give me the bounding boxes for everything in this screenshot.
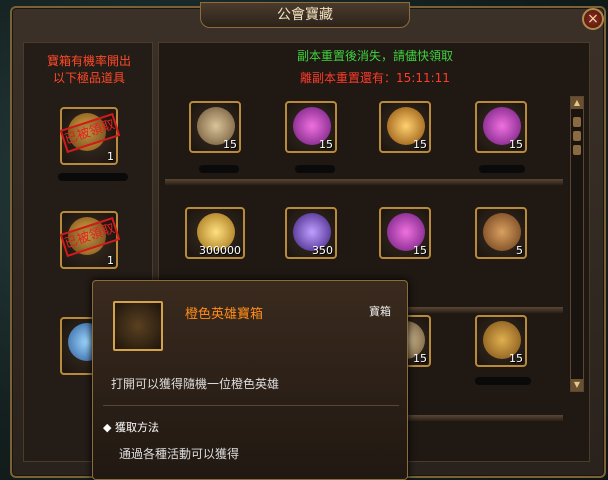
grid-item[interactable]: 350: [285, 207, 337, 259]
preview-item-1[interactable]: 已被領取 1: [59, 107, 121, 165]
item-count: 300000: [199, 244, 241, 257]
redacted-label: [475, 377, 531, 385]
tooltip-source-label: 獲取方法: [114, 421, 159, 434]
reset-countdown-time: 15:11:11: [396, 71, 450, 85]
tooltip-source-text: 通過各種活動可以獲得: [119, 447, 240, 461]
grid-item[interactable]: 300000: [185, 207, 245, 259]
grid-item[interactable]: 15: [285, 101, 337, 153]
window-title: 公會寶藏: [200, 2, 410, 28]
scrollbar[interactable]: ▲ ▼: [570, 96, 584, 392]
grid-item[interactable]: 5: [475, 207, 527, 259]
preview-item-count: 1: [107, 254, 114, 267]
reset-countdown-label: 離副本重置還有：: [300, 71, 397, 85]
scroll-thumb[interactable]: [573, 117, 581, 127]
golden-chest-icon: [113, 301, 163, 351]
item-count: 15: [509, 352, 523, 365]
diamond-bullet-icon: ◆: [103, 421, 112, 434]
shelf: [165, 179, 563, 185]
item-count: 15: [319, 138, 333, 151]
item-count: 15: [223, 138, 237, 151]
scroll-track-notch: [573, 131, 581, 141]
redacted-label: [479, 165, 525, 173]
item-count: 15: [413, 352, 427, 365]
close-button[interactable]: ×: [582, 8, 604, 30]
redacted-label: [199, 165, 239, 173]
item-count: 350: [312, 244, 333, 257]
item-tooltip: 橙色英雄寶箱 寶箱 打開可以獲得隨機一位橙色英雄 ◆ 獲取方法 通過各種活動可以…: [92, 280, 408, 480]
grid-item[interactable]: 15: [475, 315, 527, 367]
item-count: 15: [413, 138, 427, 151]
grid-item[interactable]: 15: [189, 101, 241, 153]
scroll-down-button[interactable]: ▼: [571, 379, 583, 391]
tooltip-item-type: 寶箱: [369, 305, 391, 318]
tooltip-source-heading: ◆ 獲取方法: [103, 419, 159, 435]
grid-item[interactable]: 15: [379, 207, 431, 259]
reset-warning: 副本重置後消失，請儘快領取: [296, 49, 453, 63]
redacted-label: [58, 173, 128, 181]
redacted-label: [295, 165, 335, 173]
grid-item[interactable]: 15: [475, 101, 527, 153]
tooltip-divider: [103, 405, 399, 406]
reward-preview-title: 寶箱有機率開出 以下極品道具: [24, 53, 154, 87]
scroll-up-button[interactable]: ▲: [571, 97, 583, 109]
reward-preview-title-line2: 以下極品道具: [52, 71, 125, 85]
tooltip-description: 打開可以獲得隨機一位橙色英雄: [111, 377, 280, 391]
scroll-track-notch: [573, 145, 581, 155]
item-count: 15: [413, 244, 427, 257]
tooltip-item-name: 橙色英雄寶箱: [185, 307, 264, 322]
reward-preview-title-line1: 寶箱有機率開出: [46, 54, 131, 68]
reset-countdown: 離副本重置還有：15:11:11: [159, 69, 591, 86]
item-count: 5: [516, 244, 523, 257]
grid-item[interactable]: 15: [379, 101, 431, 153]
preview-item-count: 1: [107, 150, 114, 163]
item-count: 15: [509, 138, 523, 151]
preview-item-2[interactable]: 已被領取 1: [59, 211, 121, 269]
